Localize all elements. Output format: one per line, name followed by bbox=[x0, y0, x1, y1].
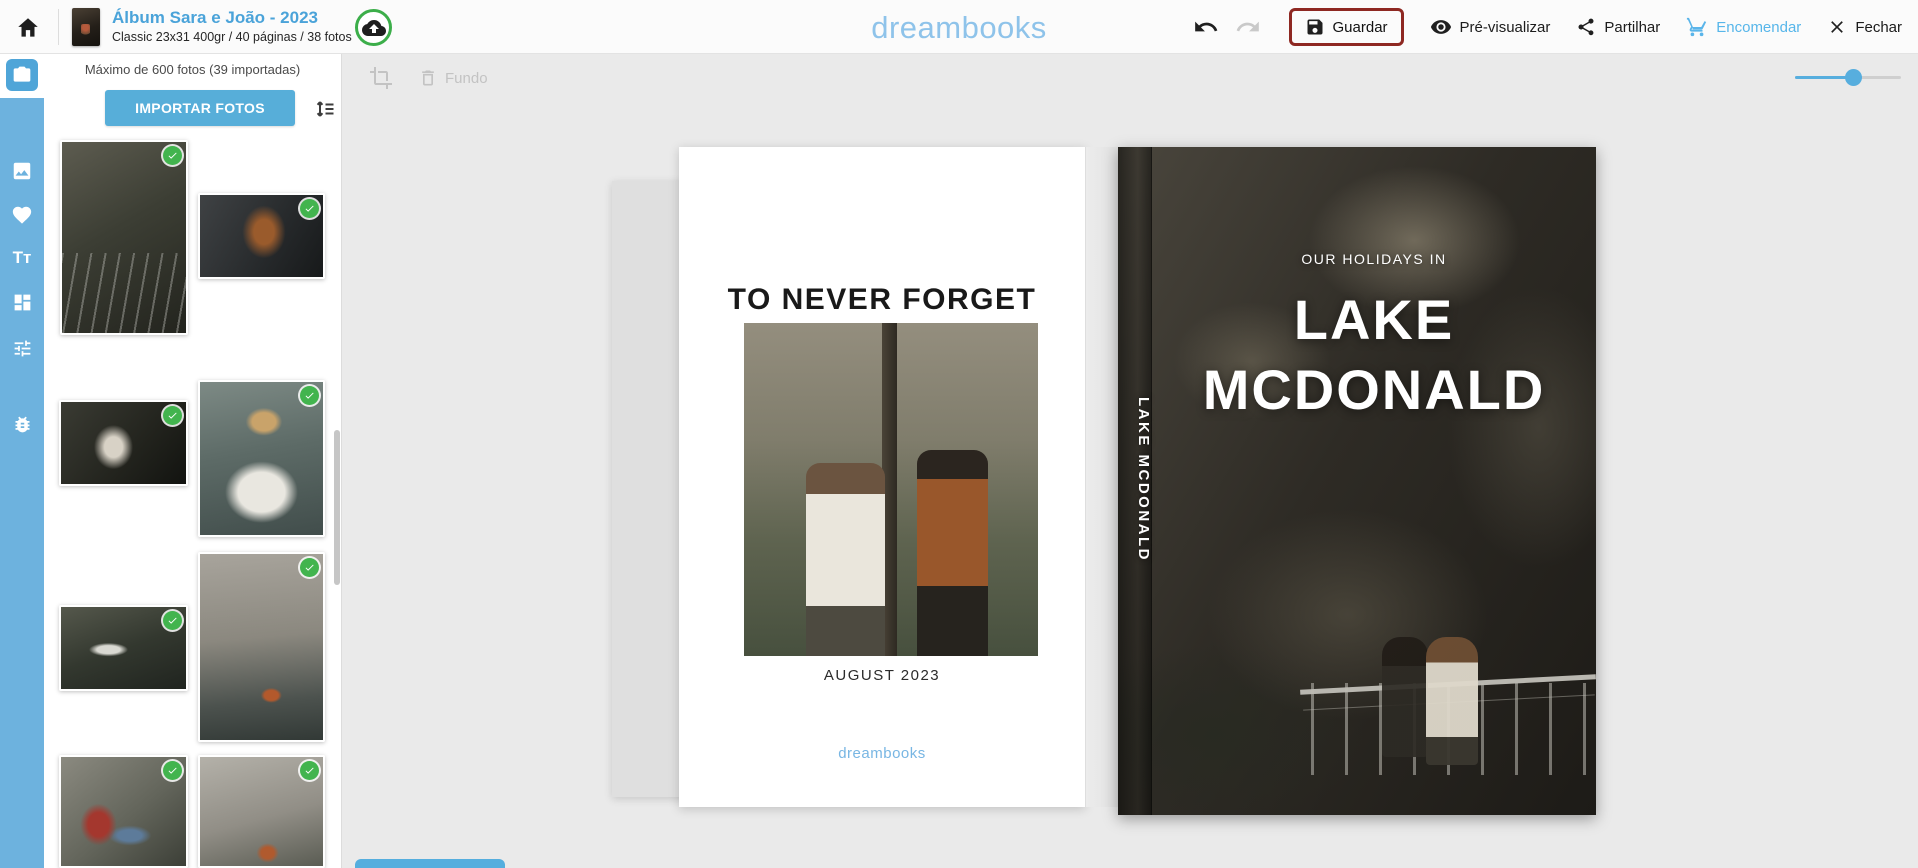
photobook-editor: Álbum Sara e João - 2023 Classic 23x31 4… bbox=[0, 0, 1918, 868]
crop-button[interactable] bbox=[366, 63, 396, 93]
photo-thumbnail[interactable] bbox=[198, 552, 325, 742]
undo-icon[interactable] bbox=[1193, 14, 1219, 40]
front-cover-page[interactable]: LAKE MCDONALD OUR HOLIDAYS IN LAKE MCDON… bbox=[1118, 147, 1596, 815]
tool-layouts[interactable] bbox=[0, 292, 44, 313]
front-cover-title-line2[interactable]: MCDONALD bbox=[1152, 355, 1596, 425]
back-cover-title[interactable]: TO NEVER FORGET bbox=[679, 283, 1085, 317]
selected-check-icon bbox=[300, 199, 319, 218]
remove-background-button[interactable]: Fundo bbox=[418, 63, 488, 93]
zoom-slider[interactable] bbox=[1795, 68, 1901, 86]
figure-woman-shape bbox=[806, 463, 885, 656]
close-label: Fechar bbox=[1855, 19, 1902, 36]
tool-favorites[interactable] bbox=[0, 204, 44, 226]
spine-title[interactable]: LAKE MCDONALD bbox=[1118, 397, 1152, 562]
layout-icon bbox=[12, 292, 33, 313]
save-button[interactable]: Guardar bbox=[1289, 8, 1404, 46]
cart-icon bbox=[1686, 16, 1708, 38]
sort-photos-button[interactable] bbox=[311, 96, 339, 122]
figure-man-shape bbox=[917, 450, 988, 656]
editor-canvas: Fundo TO NEVER FORGET AUGUST 2023 dreamb… bbox=[342, 54, 1918, 868]
background-label: Fundo bbox=[445, 70, 488, 87]
order-button[interactable]: Encomendar bbox=[1686, 16, 1801, 38]
import-photos-button[interactable]: IMPORTAR FOTOS bbox=[105, 90, 295, 126]
crop-icon bbox=[369, 66, 393, 90]
history-controls bbox=[1193, 14, 1261, 40]
camera-icon bbox=[12, 65, 32, 85]
front-cover-kicker[interactable]: OUR HOLIDAYS IN bbox=[1152, 251, 1596, 267]
share-button[interactable]: Partilhar bbox=[1576, 17, 1660, 37]
photos-panel: Máximo de 600 fotos (39 importadas) IMPO… bbox=[44, 54, 342, 868]
photo-thumbnail[interactable] bbox=[198, 193, 325, 279]
tool-photo-library[interactable] bbox=[0, 160, 44, 182]
figure-man-shape bbox=[1382, 637, 1428, 757]
back-cover-photo[interactable] bbox=[744, 323, 1038, 656]
tool-adjustments[interactable] bbox=[0, 338, 44, 359]
heart-icon bbox=[11, 204, 33, 226]
share-icon bbox=[1576, 17, 1596, 37]
trash-icon bbox=[418, 68, 438, 88]
back-cover-brand: dreambooks bbox=[679, 745, 1085, 762]
book-spine[interactable]: LAKE MCDONALD bbox=[1118, 147, 1152, 815]
image-icon bbox=[11, 160, 33, 182]
save-label: Guardar bbox=[1333, 19, 1388, 36]
redo-icon[interactable] bbox=[1235, 14, 1261, 40]
front-cover-text: OUR HOLIDAYS IN LAKE MCDONALD bbox=[1152, 147, 1596, 425]
photo-thumbnail[interactable] bbox=[198, 755, 325, 868]
selected-check-icon bbox=[163, 761, 182, 780]
panel-scrollbar[interactable] bbox=[334, 430, 340, 585]
photo-thumbnail[interactable] bbox=[59, 605, 188, 691]
text-icon: Tт bbox=[13, 248, 32, 268]
sort-icon bbox=[313, 97, 337, 121]
selected-check-icon bbox=[163, 146, 182, 165]
photo-thumbnail[interactable] bbox=[198, 380, 325, 537]
close-button[interactable]: Fechar bbox=[1827, 17, 1902, 37]
selected-check-icon bbox=[300, 386, 319, 405]
tool-rail: Tт bbox=[0, 54, 44, 868]
tool-bug-report[interactable] bbox=[0, 414, 44, 435]
back-cover-caption[interactable]: AUGUST 2023 bbox=[679, 667, 1085, 684]
zoom-slider-handle[interactable] bbox=[1845, 69, 1862, 86]
save-icon bbox=[1305, 17, 1325, 37]
tool-photos-camera[interactable] bbox=[6, 59, 38, 91]
photo-thumbnail[interactable] bbox=[60, 140, 188, 335]
cover-fold-gutter bbox=[1085, 147, 1118, 807]
selected-check-icon bbox=[163, 406, 182, 425]
topbar-actions: Guardar Pré-visualizar Partilhar Encomen… bbox=[1193, 0, 1903, 54]
eye-icon bbox=[1430, 16, 1452, 38]
preview-button[interactable]: Pré-visualizar bbox=[1430, 16, 1551, 38]
active-tool-background bbox=[0, 54, 44, 98]
close-icon bbox=[1827, 17, 1847, 37]
front-cover-title-line1[interactable]: LAKE bbox=[1152, 285, 1596, 355]
figure-woman-shape bbox=[1426, 637, 1478, 765]
selected-check-icon bbox=[300, 558, 319, 577]
tool-text[interactable]: Tт bbox=[0, 248, 44, 268]
back-cover-page[interactable]: TO NEVER FORGET AUGUST 2023 dreambooks bbox=[679, 147, 1085, 807]
selected-check-icon bbox=[163, 611, 182, 630]
pages-bar-tab[interactable] bbox=[355, 859, 505, 868]
photo-thumbnail[interactable] bbox=[59, 755, 188, 868]
top-bar: Álbum Sara e João - 2023 Classic 23x31 4… bbox=[0, 0, 1918, 54]
bug-icon bbox=[12, 414, 33, 435]
preview-label: Pré-visualizar bbox=[1460, 19, 1551, 36]
selected-check-icon bbox=[300, 761, 319, 780]
sliders-icon bbox=[12, 338, 33, 359]
order-label: Encomendar bbox=[1716, 19, 1801, 36]
photo-limit-label: Máximo de 600 fotos (39 importadas) bbox=[44, 62, 341, 77]
share-label: Partilhar bbox=[1604, 19, 1660, 36]
photo-thumbnail[interactable] bbox=[59, 400, 188, 486]
